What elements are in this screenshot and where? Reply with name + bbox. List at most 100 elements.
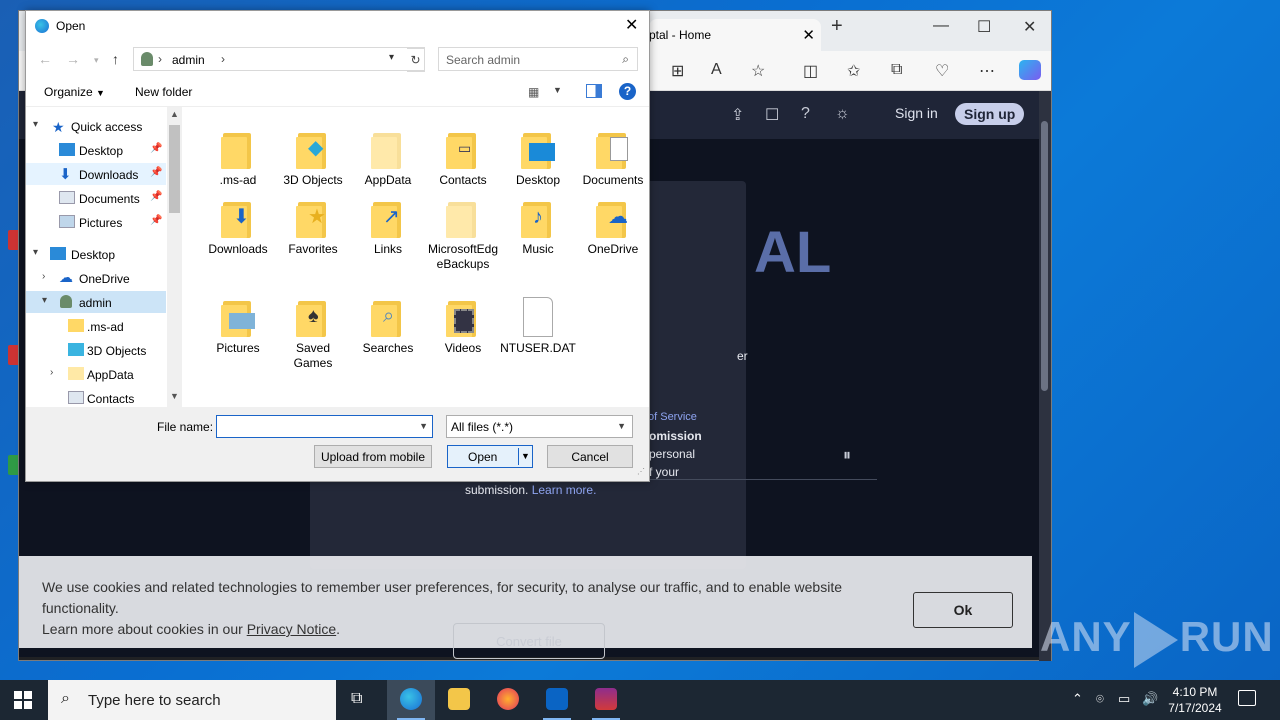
maximize-icon[interactable]: ☐ <box>977 17 991 37</box>
file-item[interactable]: NTUSER.DAT <box>500 287 576 356</box>
address-bar[interactable]: › admin › ▾ <box>133 47 425 71</box>
nav-contacts[interactable]: Contacts <box>26 387 166 407</box>
file-item[interactable]: AppData <box>350 119 426 188</box>
expand-arrow-icon[interactable]: › <box>42 271 45 282</box>
breadcrumb-admin[interactable]: admin <box>172 53 205 67</box>
clock[interactable]: 4:10 PM 7/17/2024 <box>1160 684 1230 716</box>
expand-arrow-icon[interactable]: ▾ <box>33 119 38 130</box>
new-tab-icon[interactable]: + <box>831 15 843 38</box>
open-button[interactable]: Open ▼ <box>447 445 533 468</box>
expand-arrow-icon[interactable]: › <box>50 367 53 378</box>
upload-from-mobile-button[interactable]: Upload from mobile <box>314 445 432 468</box>
search-input[interactable]: Search admin <box>446 53 520 67</box>
nav-appdata[interactable]: › AppData <box>26 363 166 385</box>
copilot-icon[interactable] <box>1019 60 1041 80</box>
file-item[interactable]: ◆ 3D Objects <box>275 119 351 188</box>
nav-desktop-pinned[interactable]: Desktop 📌 <box>26 139 166 161</box>
back-arrow-icon[interactable]: ← <box>38 51 52 67</box>
close-tab-icon[interactable]: ✕ <box>802 26 815 44</box>
privacy-notice-link[interactable]: Privacy Notice <box>247 621 336 637</box>
browser-tab[interactable]: ptal - Home ✕ <box>649 19 821 51</box>
sign-up-button[interactable]: Sign up <box>955 103 1025 125</box>
resize-grip-icon[interactable]: ⋰ <box>637 467 645 476</box>
view-dropdown-icon[interactable]: ▼ <box>553 85 562 95</box>
cancel-button[interactable]: Cancel <box>547 445 633 468</box>
close-window-icon[interactable]: ✕ <box>1023 17 1036 37</box>
nav-documents[interactable]: Documents 📌 <box>26 187 166 209</box>
dialog-close-icon[interactable]: ✕ <box>625 15 638 35</box>
notification-icon[interactable] <box>1238 690 1256 706</box>
read-aloud-icon[interactable]: A <box>711 61 722 79</box>
breadcrumb-chevron-icon[interactable]: › <box>221 52 225 66</box>
refresh-icon[interactable]: ↻ <box>407 48 425 72</box>
taskbar-winrar[interactable] <box>582 680 630 720</box>
convert-file-button[interactable]: Convert file <box>453 623 605 659</box>
scroll-up-icon[interactable]: ▲ <box>170 109 179 119</box>
cookie-ok-button[interactable]: Ok <box>913 592 1013 628</box>
file-name-input[interactable]: ▼ <box>216 415 433 438</box>
nav-admin[interactable]: ▾ admin <box>26 291 166 313</box>
sign-in-link[interactable]: Sign in <box>895 105 938 121</box>
nav-desktop[interactable]: ▾ Desktop <box>26 243 166 265</box>
learn-more-link[interactable]: Learn more. <box>532 483 597 497</box>
nav-ms-ad[interactable]: .ms-ad <box>26 315 166 337</box>
expand-arrow-icon[interactable]: ▾ <box>33 247 38 258</box>
file-item[interactable]: ⌕ Searches <box>350 287 426 356</box>
open-split-dropdown-icon[interactable]: ▼ <box>518 448 532 465</box>
terms-of-service-link[interactable]: of Service <box>648 411 697 423</box>
file-item[interactable]: .ms-ad <box>200 119 276 188</box>
file-item[interactable]: MicrosoftEdgeBackups <box>425 188 501 272</box>
file-item[interactable]: Videos <box>425 287 501 356</box>
upload-icon[interactable]: ⇪ <box>731 105 744 125</box>
apps-icon[interactable]: ⊞ <box>671 61 684 81</box>
nav-quick-access[interactable]: ▾ ★ Quick access <box>26 115 166 137</box>
nav-scrollbar-thumb[interactable] <box>169 125 180 213</box>
nav-onedrive[interactable]: › ☁ OneDrive <box>26 267 166 289</box>
favorite-star-icon[interactable]: ☆ <box>751 61 765 81</box>
file-item[interactable]: ☁ OneDrive <box>575 188 651 257</box>
task-view-icon[interactable]: ⧉ <box>336 680 384 720</box>
chevron-down-icon[interactable]: ▼ <box>419 421 428 431</box>
file-item[interactable]: ▭ Contacts <box>425 119 501 188</box>
taskbar-outlook[interactable] <box>533 680 581 720</box>
file-item[interactable]: ⬇ Downloads <box>200 188 276 257</box>
taskbar-edge[interactable] <box>387 680 435 720</box>
nav-downloads[interactable]: ⬇ Downloads 📌 <box>26 163 166 185</box>
browser-essentials-icon[interactable]: ♡ <box>935 61 949 81</box>
page-scrollbar-thumb[interactable] <box>1041 121 1048 391</box>
address-dropdown-icon[interactable]: ▾ <box>389 52 394 63</box>
scroll-down-icon[interactable]: ▼ <box>170 391 179 401</box>
new-folder-button[interactable]: New folder <box>135 85 192 99</box>
chevron-down-icon[interactable]: ▼ <box>617 421 626 431</box>
collections-icon[interactable]: ⧉ <box>891 61 902 79</box>
file-item[interactable]: Documents <box>575 119 651 188</box>
taskbar-search-input[interactable]: Type here to search <box>88 692 221 709</box>
file-item[interactable]: ↗ Links <box>350 188 426 257</box>
chat-icon[interactable]: ☐ <box>765 105 779 125</box>
recent-locations-icon[interactable]: ▾ <box>94 55 99 66</box>
organize-menu[interactable]: Organize ▼ <box>44 85 105 99</box>
view-options-icon[interactable]: ▦ <box>528 85 539 99</box>
breadcrumb-chevron-icon[interactable]: › <box>158 52 162 66</box>
nav-3d-objects[interactable]: 3D Objects <box>26 339 166 361</box>
favorites-icon[interactable]: ✩ <box>847 61 860 81</box>
more-icon[interactable]: ⋯ <box>979 61 995 81</box>
nav-pictures[interactable]: Pictures 📌 <box>26 211 166 233</box>
expand-arrow-icon[interactable]: ▾ <box>42 295 47 306</box>
forward-arrow-icon[interactable]: → <box>66 51 80 67</box>
file-item[interactable]: ♪ Music <box>500 188 576 257</box>
windows-start-icon[interactable] <box>14 691 32 709</box>
file-item[interactable]: Pictures <box>200 287 276 356</box>
volume-icon[interactable]: 🔊 <box>1142 691 1158 707</box>
audio-icon[interactable]: ⏸ <box>843 447 851 465</box>
meet-icon[interactable]: ⌾ <box>1096 691 1104 707</box>
minimize-icon[interactable]: — <box>933 17 949 35</box>
file-item[interactable]: Desktop <box>500 119 576 188</box>
file-item[interactable]: ♠ Saved Games <box>275 287 351 371</box>
taskbar-file-explorer[interactable] <box>435 680 483 720</box>
help-icon[interactable]: ? <box>801 105 810 123</box>
taskbar-search[interactable]: ⌕ Type here to search <box>48 680 336 720</box>
network-icon[interactable]: ▭ <box>1118 691 1130 707</box>
theme-icon[interactable]: ☼ <box>835 105 850 123</box>
help-icon[interactable]: ? <box>619 83 636 100</box>
